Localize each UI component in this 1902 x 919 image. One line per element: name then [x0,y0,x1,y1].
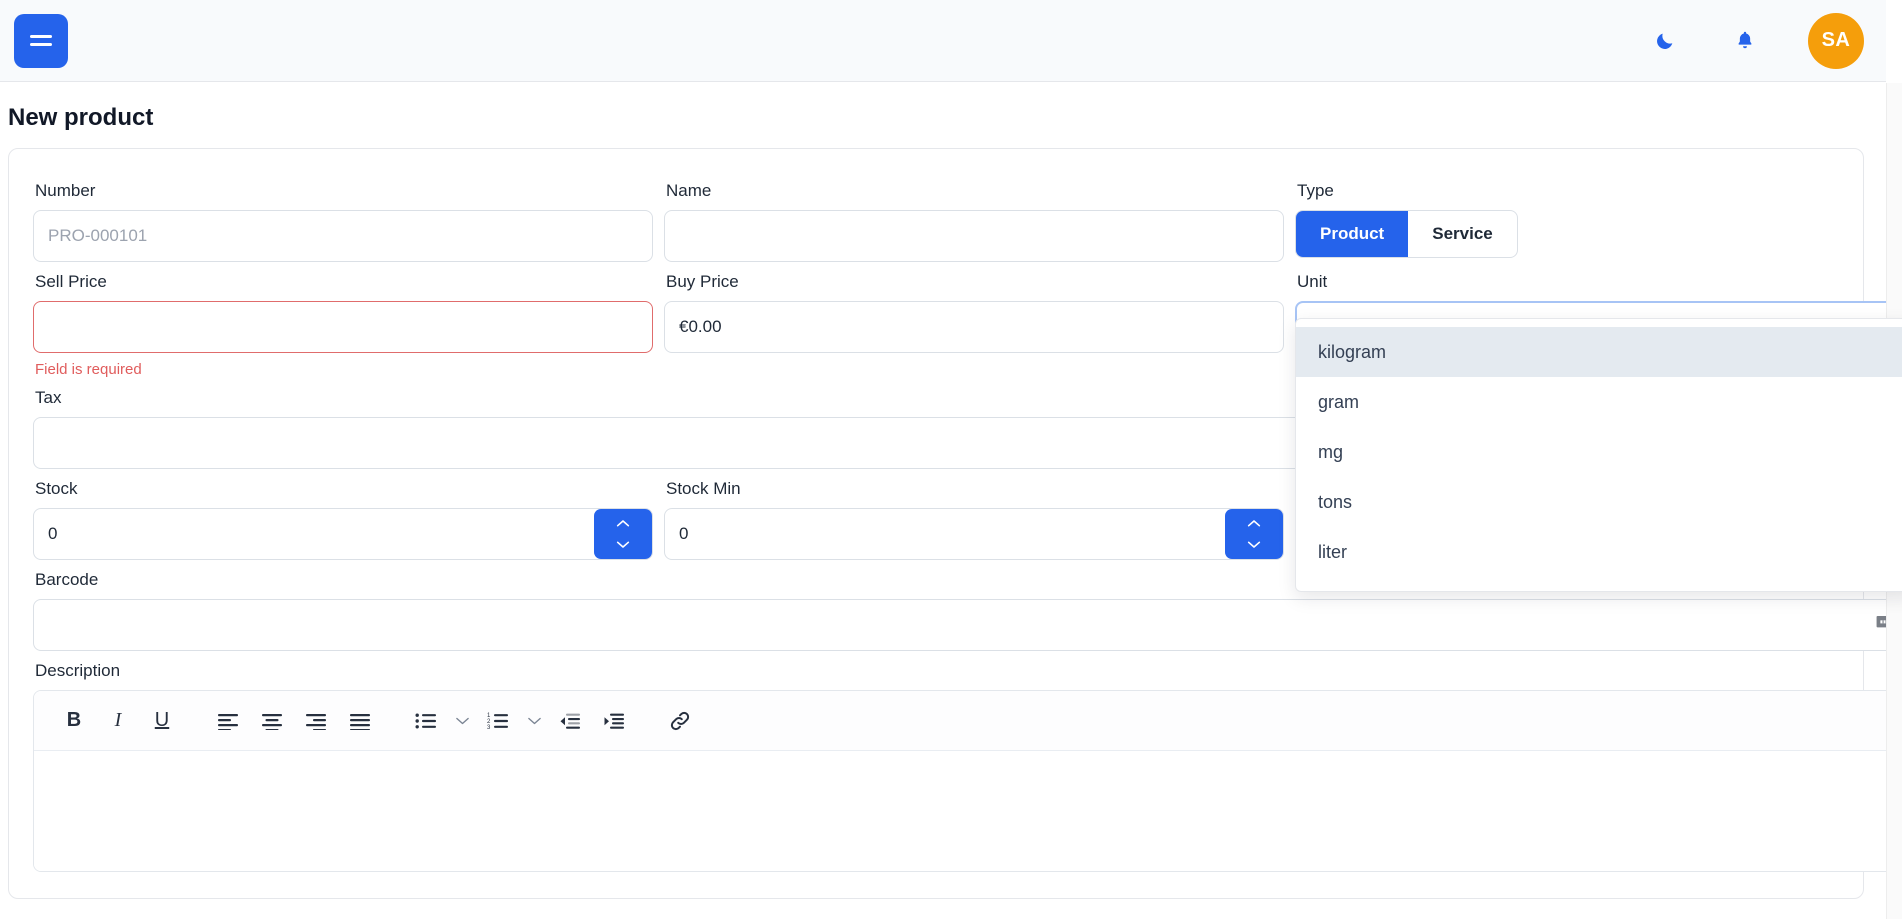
align-justify-icon [350,713,370,730]
chevron-down-icon [1247,541,1261,548]
outdent-icon [560,713,580,729]
hamburger-icon-line [30,35,52,38]
stock-spinner-buttons [594,509,652,559]
sell-price-label: Sell Price [35,272,107,291]
chevron-down-icon [527,717,541,724]
bulleted-list-options-button[interactable] [448,701,476,741]
chevron-up-icon [1247,520,1261,527]
stock-label: Stock [35,479,78,498]
sell-price-input[interactable] [33,301,653,353]
product-form-card: Number Name Type Product Service Sell Pr… [8,148,1902,899]
link-icon [670,711,690,730]
svg-text:3: 3 [487,725,491,730]
notifications-button[interactable] [1728,24,1762,58]
align-justify-button[interactable] [338,701,382,741]
unit-option-liter[interactable]: liter [1296,527,1902,577]
align-left-button[interactable] [206,701,250,741]
align-right-icon [306,713,326,730]
form-grid: Number Name Type Product Service Sell Pr… [33,171,1902,872]
top-bar-actions: SA [1648,12,1864,69]
stock-min-stepper [664,508,1284,560]
outdent-button[interactable] [548,701,592,741]
bold-button[interactable]: B [52,701,96,741]
avatar-initials: SA [1821,29,1851,51]
app-root: SA New product Number Name Type Product … [0,0,1902,919]
indent-icon [604,713,624,729]
stock-min-spinner-buttons [1225,509,1283,559]
unit-option-mg[interactable]: mg [1296,427,1902,477]
numbered-list-button[interactable]: 1 2 3 [476,701,520,741]
moon-icon [1657,33,1673,49]
underline-button[interactable]: U [140,701,184,741]
unit-option-gram[interactable]: gram [1296,377,1902,427]
type-toggle-group: Product Service [1295,210,1518,258]
numbered-list-options-button[interactable] [520,701,548,741]
name-input[interactable] [664,210,1284,262]
hamburger-icon-line [30,43,52,46]
align-center-icon [262,713,282,730]
field-sell-price: Sell Price Field is required [33,262,653,378]
stock-increment-button[interactable] [615,515,631,531]
bell-icon [1738,31,1752,49]
type-label: Type [1297,181,1334,200]
unit-dropdown-list: kilogram gram mg tons liter [1295,318,1902,592]
description-editor: B I U 1 2 3 [33,690,1902,872]
chevron-down-icon [455,717,469,724]
bulleted-list-button[interactable] [404,701,448,741]
field-buy-price: Buy Price [664,262,1284,378]
hamburger-menu-button[interactable] [14,13,68,68]
bulleted-list-icon [415,713,436,728]
field-number: Number [33,171,653,262]
align-center-button[interactable] [250,701,294,741]
indent-button[interactable] [592,701,636,741]
description-editor-body[interactable] [34,751,1902,871]
stock-decrement-button[interactable] [615,537,631,553]
type-option-product[interactable]: Product [1296,211,1409,257]
field-stock: Stock [33,469,653,560]
description-label: Description [35,661,121,680]
align-right-button[interactable] [294,701,338,741]
number-label: Number [35,181,96,200]
link-button[interactable] [658,701,702,741]
barcode-input-wrap [33,599,1902,651]
numbered-list-icon: 1 2 3 [487,713,508,730]
align-left-icon [218,713,238,730]
stock-input[interactable] [33,508,653,560]
field-name: Name [664,171,1284,262]
page-title: New product [8,104,154,131]
buy-price-input[interactable] [664,301,1284,353]
unit-option-tons[interactable]: tons [1296,477,1902,527]
field-unit: Unit kilogram gram mg tons liter [1295,262,1902,592]
name-label: Name [666,181,712,200]
stock-min-increment-button[interactable] [1246,515,1262,531]
type-option-service[interactable]: Service [1408,211,1517,257]
buy-price-label: Buy Price [666,272,739,291]
editor-toolbar: B I U 1 2 3 [34,691,1902,751]
field-description: Description B I U 1 2 3 [33,651,1902,872]
sell-price-error-message: Field is required [35,361,142,378]
stock-min-decrement-button[interactable] [1246,537,1262,553]
unit-label: Unit [1297,272,1328,291]
field-stock-min: Stock Min [664,469,1284,560]
stock-stepper [33,508,653,560]
number-input[interactable] [33,210,653,262]
dark-mode-toggle-button[interactable] [1648,24,1682,58]
top-bar: SA [0,0,1886,82]
stock-min-label: Stock Min [666,479,741,498]
unit-option-kilogram[interactable]: kilogram [1296,327,1902,377]
field-type: Type Product Service [1295,171,1902,262]
chevron-down-icon [616,541,630,548]
chevron-up-icon [616,520,630,527]
stock-min-input[interactable] [664,508,1284,560]
user-avatar[interactable]: SA [1808,12,1864,69]
barcode-input[interactable] [33,599,1902,651]
italic-button[interactable]: I [96,701,140,741]
